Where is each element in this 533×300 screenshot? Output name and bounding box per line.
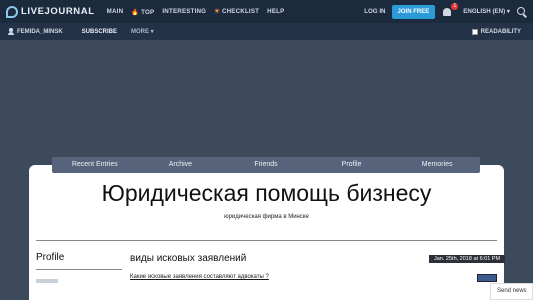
more-menu[interactable]: MORE ▾ [131, 28, 154, 35]
fire-icon: 🔥 [131, 8, 140, 16]
tab-friends[interactable]: Friends [223, 157, 309, 173]
account-nav: LOG IN JOIN FREE 1 ENGLISH (EN) ▾ [364, 0, 533, 23]
readability-checkbox[interactable] [471, 28, 478, 35]
user-icon [8, 28, 14, 35]
journal-username: FEMIDA_MINSK [17, 28, 63, 35]
nav-main[interactable]: MAIN [107, 8, 124, 15]
language-label: ENGLISH (EN) [463, 8, 506, 15]
livejournal-logo[interactable]: LIVEJOURNAL [6, 0, 95, 23]
avatar[interactable] [36, 279, 58, 283]
language-selector[interactable]: ENGLISH (EN) ▾ [463, 8, 510, 15]
post-title[interactable]: виды исковых заявлений [130, 253, 246, 264]
tab-profile[interactable]: Profile [309, 157, 395, 173]
journal-subtitle: юридическая фирма в Минске [224, 214, 309, 220]
notifications-badge: 1 [451, 2, 459, 10]
search-icon[interactable] [516, 6, 528, 18]
sidebar-profile-heading: Profile [36, 252, 65, 263]
nav-checklist[interactable]: ☀ CHECKLIST [214, 8, 259, 15]
more-label: MORE [131, 29, 150, 35]
tab-memories[interactable]: Memories [394, 157, 480, 173]
post-thumbnail[interactable] [477, 274, 497, 282]
journal-title: Юридическая помощь бизнесу [101, 180, 432, 206]
post-date: Jan. 25th, 2018 at 6:01 PM [429, 255, 506, 263]
readability-label: READABILITY [480, 28, 521, 35]
readability-toggle[interactable]: READABILITY [471, 23, 521, 40]
header-divider [36, 240, 497, 241]
subscribe-button[interactable]: SUBSCRIBE [82, 29, 117, 35]
logo-text: LIVEJOURNAL [21, 6, 95, 17]
tab-archive[interactable]: Archive [138, 157, 224, 173]
livejournal-logo-icon [6, 5, 18, 18]
login-link[interactable]: LOG IN [364, 8, 385, 15]
post-link[interactable]: Какие исковые заявления составляют адвок… [130, 274, 269, 280]
journal-bar: FEMIDA_MINSK SUBSCRIBE MORE ▾ READABILIT… [0, 23, 533, 40]
main-nav: MAIN 🔥 TOP INTERESTING ☀ CHECKLIST HELP [107, 8, 293, 16]
journal-user-link[interactable]: FEMIDA_MINSK [8, 28, 63, 35]
send-news-button[interactable]: Send news [490, 283, 533, 300]
checklist-icon: ☀ [214, 8, 220, 15]
nav-top[interactable]: 🔥 TOP [131, 8, 154, 16]
join-free-button[interactable]: JOIN FREE [391, 4, 436, 19]
bell-icon [443, 7, 452, 16]
top-navigation: LIVEJOURNAL MAIN 🔥 TOP INTERESTING ☀ CHECK… [0, 0, 533, 23]
tab-recent-entries[interactable]: Recent Entries [52, 157, 138, 173]
nav-help[interactable]: HELP [267, 8, 284, 15]
nav-top-label: TOP [141, 8, 155, 16]
nav-checklist-label: CHECKLIST [221, 8, 260, 15]
journal-tabs: Recent Entries Archive Friends Profile M… [52, 157, 480, 173]
sidebar-divider [36, 269, 122, 270]
nav-interesting[interactable]: INTERESTING [162, 8, 206, 15]
notifications-button[interactable]: 1 [443, 2, 459, 17]
